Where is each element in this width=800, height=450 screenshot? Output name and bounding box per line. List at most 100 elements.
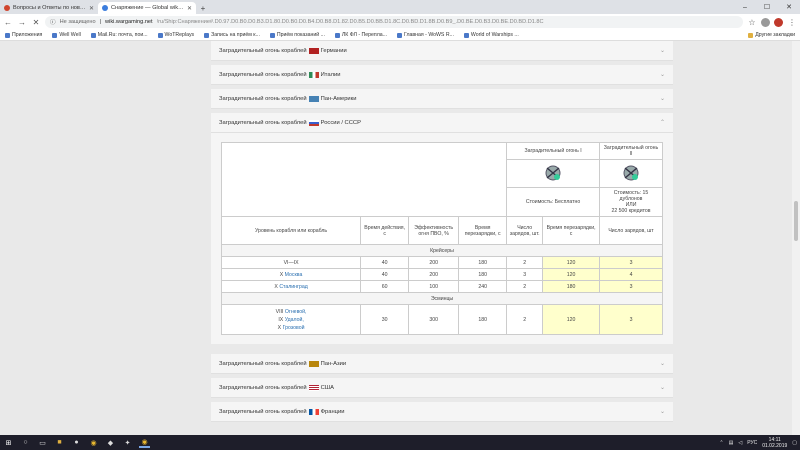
bookmark-item[interactable]: Запись на приём к... [204,32,260,38]
accordion-usa[interactable]: Заградительный огонь кораблей США ⌄ [211,378,673,398]
accordion-pan-asia[interactable]: Заградительный огонь кораблей Пан-Азии ⌄ [211,354,673,374]
page-viewport: Заградительный огонь кораблей Германии ⌄… [0,41,800,435]
menu-dots-icon[interactable]: ⋮ [787,17,797,27]
mod1-cost: Стоимость: Бесплатно [506,187,601,217]
chevron-down-icon: ⌄ [659,385,665,391]
bookmark-item[interactable]: World of Warships ... [463,32,519,38]
address-input[interactable]: ⓘ Не защищено | wiki.wargaming.net/ru/Sh… [45,16,743,28]
chrome-icon[interactable]: ◉ [88,437,99,448]
defensive-fire-icon [623,165,639,180]
browser-tab-questions[interactable]: Вопросы и Ответы по новым ИЗ ✕ [0,2,98,14]
bookmark-icon [204,32,210,38]
search-icon[interactable]: ○ [20,437,31,448]
forward-arrow-icon[interactable]: → [17,17,27,27]
accordion-panel-ussr: Заградительный огонь I Заградительный ог… [211,133,673,344]
scrollbar-thumb[interactable] [794,201,798,241]
folder-icon[interactable]: ■ [54,437,65,448]
bookmark-icon [269,32,275,38]
bookmark-icon [396,32,402,38]
extension-icon[interactable] [774,17,783,27]
ship-link-grozovoy[interactable]: Грозовой [283,325,305,331]
close-tab-icon[interactable]: ✕ [89,5,94,12]
col-ship: Уровень корабля или корабль [220,216,362,245]
barrage-table: Заградительный огонь I Заградительный ог… [220,142,663,335]
table-row: X Москва 40 200 180 3 120 4 [220,268,663,281]
language-indicator[interactable]: РУС [747,440,757,446]
chevron-down-icon: ⌄ [659,96,665,102]
section-destroyers: Эсминцы [221,292,663,305]
bookmark-apps[interactable]: Приложения [5,32,42,38]
minimize-icon[interactable]: – [734,0,756,14]
bookmark-icon [334,32,340,38]
task-view-icon[interactable]: ▭ [37,437,48,448]
table-row: VIII Огневой, IX Удалой, X Грозовой 30 3… [220,304,663,335]
bookmark-icon [90,32,96,38]
url-host: wiki.wargaming.net [105,19,153,25]
mod2-header: Заградительный огонь II [599,142,663,160]
windows-start-icon[interactable]: ⊞ [3,437,14,448]
accordion-italy[interactable]: Заградительный огонь кораблей Италии ⌄ [211,65,673,85]
accordion-ussr[interactable]: Заградительный огонь кораблей России / С… [211,113,673,133]
ship-link-stalingrad[interactable]: Сталинград [279,284,307,290]
close-window-icon[interactable]: ✕ [778,0,800,14]
app-icon[interactable]: ✦ [122,437,133,448]
system-tray: ⌃ ▤ ◁ РУС 14:11 01.02.2019 ▢ [719,437,797,449]
back-arrow-icon[interactable]: ← [3,17,13,27]
mod1-header: Заградительный огонь I [506,142,601,160]
mod2-cost: Стоимость: 15 дублонов ИЛИ 22 500 кредит… [599,187,663,217]
clock[interactable]: 14:11 01.02.2019 [762,437,787,449]
accordion-pan-america[interactable]: Заградительный огонь кораблей Пан-Америк… [211,89,673,109]
tab-title: Вопросы и Ответы по новым ИЗ [13,5,86,11]
bookmark-icon [157,32,163,38]
bookmark-item[interactable]: Главная - WoWS R... [396,32,454,38]
volume-icon[interactable]: ◁ [738,440,742,446]
bookmark-item[interactable]: Приём показаний ... [269,32,325,38]
table-row: X Сталинград 60 100 240 2 180 3 [220,280,663,293]
flag-ussr-icon [308,119,319,126]
notifications-icon[interactable]: ▢ [792,440,797,446]
chrome-active-icon[interactable]: ◉ [139,437,150,448]
info-icon[interactable]: ⓘ [50,18,56,26]
bookmark-icon [52,32,58,38]
page-scrollbar[interactable] [792,41,800,435]
col-reload2: Время перезарядки, с [542,216,601,245]
star-bookmark-icon[interactable]: ☆ [747,17,757,27]
col-duration: Время действия, с [360,216,410,245]
app-icon[interactable]: ◆ [105,437,116,448]
url-path: /ru/Ship:Снаряжение#.D0.97.D0.B0.D0.B3.D… [156,19,544,25]
flag-france-icon [308,408,319,415]
chevron-down-icon: ⌄ [659,361,665,367]
defensive-fire-icon [545,165,561,180]
network-icon[interactable]: ▤ [729,440,734,446]
bookmark-item[interactable]: ЛК ФЛ - Перепла... [334,32,387,38]
chevron-up-icon[interactable]: ⌃ [719,440,723,446]
bookmarks-bar: Приложения Well Well Mail.Ru: почта, пои… [0,30,800,41]
stop-loading-icon[interactable]: ✕ [31,17,41,27]
bookmark-other[interactable]: Другие закладки [748,32,795,38]
app-icon[interactable]: ● [71,437,82,448]
col-efficiency: Эффективность огня ПВО, % [408,216,460,245]
ship-link-ognevoy[interactable]: Огневой, [285,309,307,315]
col-charges: Число зарядов, шт. [506,216,544,245]
table-row: VI—IX 40 200 180 2 120 3 [220,256,663,269]
new-tab-button[interactable]: + [198,2,208,14]
accordion-france[interactable]: Заградительный огонь кораблей Франции ⌄ [211,402,673,422]
extension-icon[interactable] [761,17,770,27]
col-reload: Время перезарядки, с [458,216,508,245]
site-favicon-icon [4,5,10,11]
tab-title: Снаряжение — Global wiki. Wa [111,5,184,11]
close-tab-icon[interactable]: ✕ [187,5,192,12]
accordion-germany[interactable]: Заградительный огонь кораблей Германии ⌄ [211,41,673,61]
flag-pan-america-icon [308,95,319,102]
chevron-down-icon: ⌄ [659,48,665,54]
browser-tab-equipment[interactable]: Снаряжение — Global wiki. Wa ✕ [98,2,196,14]
ship-link-udaloy[interactable]: Удалой, [285,317,304,323]
bookmark-item[interactable]: Well Well [52,32,81,38]
chevron-down-icon: ⌄ [659,72,665,78]
maximize-icon[interactable]: ☐ [756,0,778,14]
folder-icon [748,32,754,38]
bookmark-item[interactable]: WoTReplays [157,32,194,38]
ship-link-moskva[interactable]: Москва [285,272,303,278]
bookmark-item[interactable]: Mail.Ru: почта, пои... [90,32,148,38]
section-cruisers: Крейсеры [221,244,663,257]
